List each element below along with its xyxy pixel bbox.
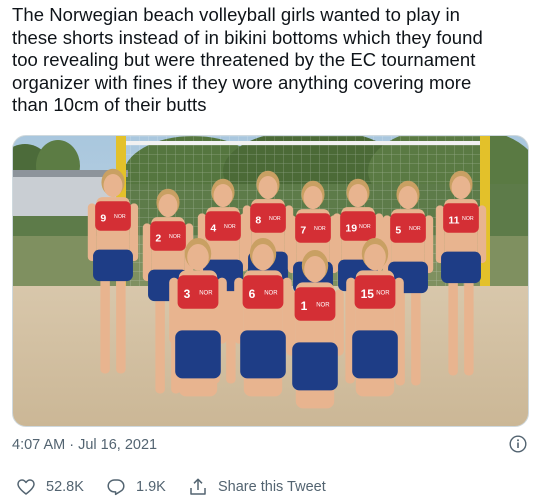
like-button[interactable]: 52.8K (16, 476, 84, 498)
team-photo: 9 NOR2 NOR4 NOR8 NOR7 NOR 19 NOR 5 NOR11 NOR3 NOR 6 N… (13, 136, 528, 426)
jersey-text: NOR (269, 216, 281, 222)
jersey-text: NOR (114, 214, 126, 220)
tweet-line: than 10cm of their butts (12, 94, 207, 116)
share-label: Share this Tweet (218, 479, 326, 495)
tweet-line: organizer with fines if they wore anythi… (12, 71, 472, 93)
jersey-number: 4 (210, 222, 216, 234)
jersey-number: 3 (184, 287, 191, 301)
reply-button[interactable]: 1.9K (106, 476, 166, 498)
share-icon (190, 478, 206, 495)
jersey-text: NOR (409, 226, 421, 232)
heart-icon (17, 479, 35, 495)
reply-icon (107, 479, 125, 496)
info-icon[interactable] (509, 435, 527, 453)
jersey-text: NOR (264, 290, 278, 296)
tweet-meta: 4:07 AM · Jul 16, 2021 (12, 435, 527, 455)
jersey-number: 7 (300, 224, 306, 236)
jersey-number: 2 (155, 232, 161, 244)
jersey-text: NOR (314, 226, 326, 232)
reply-count: 1.9K (136, 479, 166, 495)
jersey-number: 1 (301, 299, 308, 313)
tweet-line: these shorts instead of in bikini bottom… (12, 26, 483, 48)
net-band (118, 141, 488, 145)
jersey-number: 19 (345, 222, 357, 234)
jersey-text: NOR (169, 234, 181, 240)
jersey-number: 5 (395, 224, 401, 236)
jersey-text: NOR (376, 290, 390, 296)
jersey-number: 8 (255, 214, 261, 226)
jersey-text: NOR (462, 216, 474, 222)
jersey-text: NOR (224, 224, 236, 230)
jersey-number: 15 (361, 287, 375, 301)
share-button[interactable]: Share this Tweet (188, 476, 326, 498)
jersey-number: 11 (448, 214, 459, 226)
jersey-text: NOR (359, 224, 371, 230)
tweet-line: too revealing but were threatened by the… (12, 49, 476, 71)
tweet-text: The Norwegian beach volleyball girls wan… (12, 4, 534, 117)
jersey-number: 6 (249, 287, 256, 301)
timestamp[interactable]: 4:07 AM · Jul 16, 2021 (12, 437, 157, 453)
jersey-number: 9 (100, 212, 106, 224)
tweet-actions: 52.8K 1.9K Share this Tweet (12, 476, 527, 500)
jersey-text: NOR (316, 302, 330, 308)
tweet-line: The Norwegian beach volleyball girls wan… (12, 4, 460, 25)
like-count: 52.8K (46, 479, 84, 495)
tweet-photo[interactable]: 9 NOR 2 NOR 4 NOR 8 NOR 7 NOR 19 NOR 5 NOR 11 NOR 3 NOR 6 N… (12, 135, 529, 427)
jersey-text: NOR (199, 290, 213, 296)
